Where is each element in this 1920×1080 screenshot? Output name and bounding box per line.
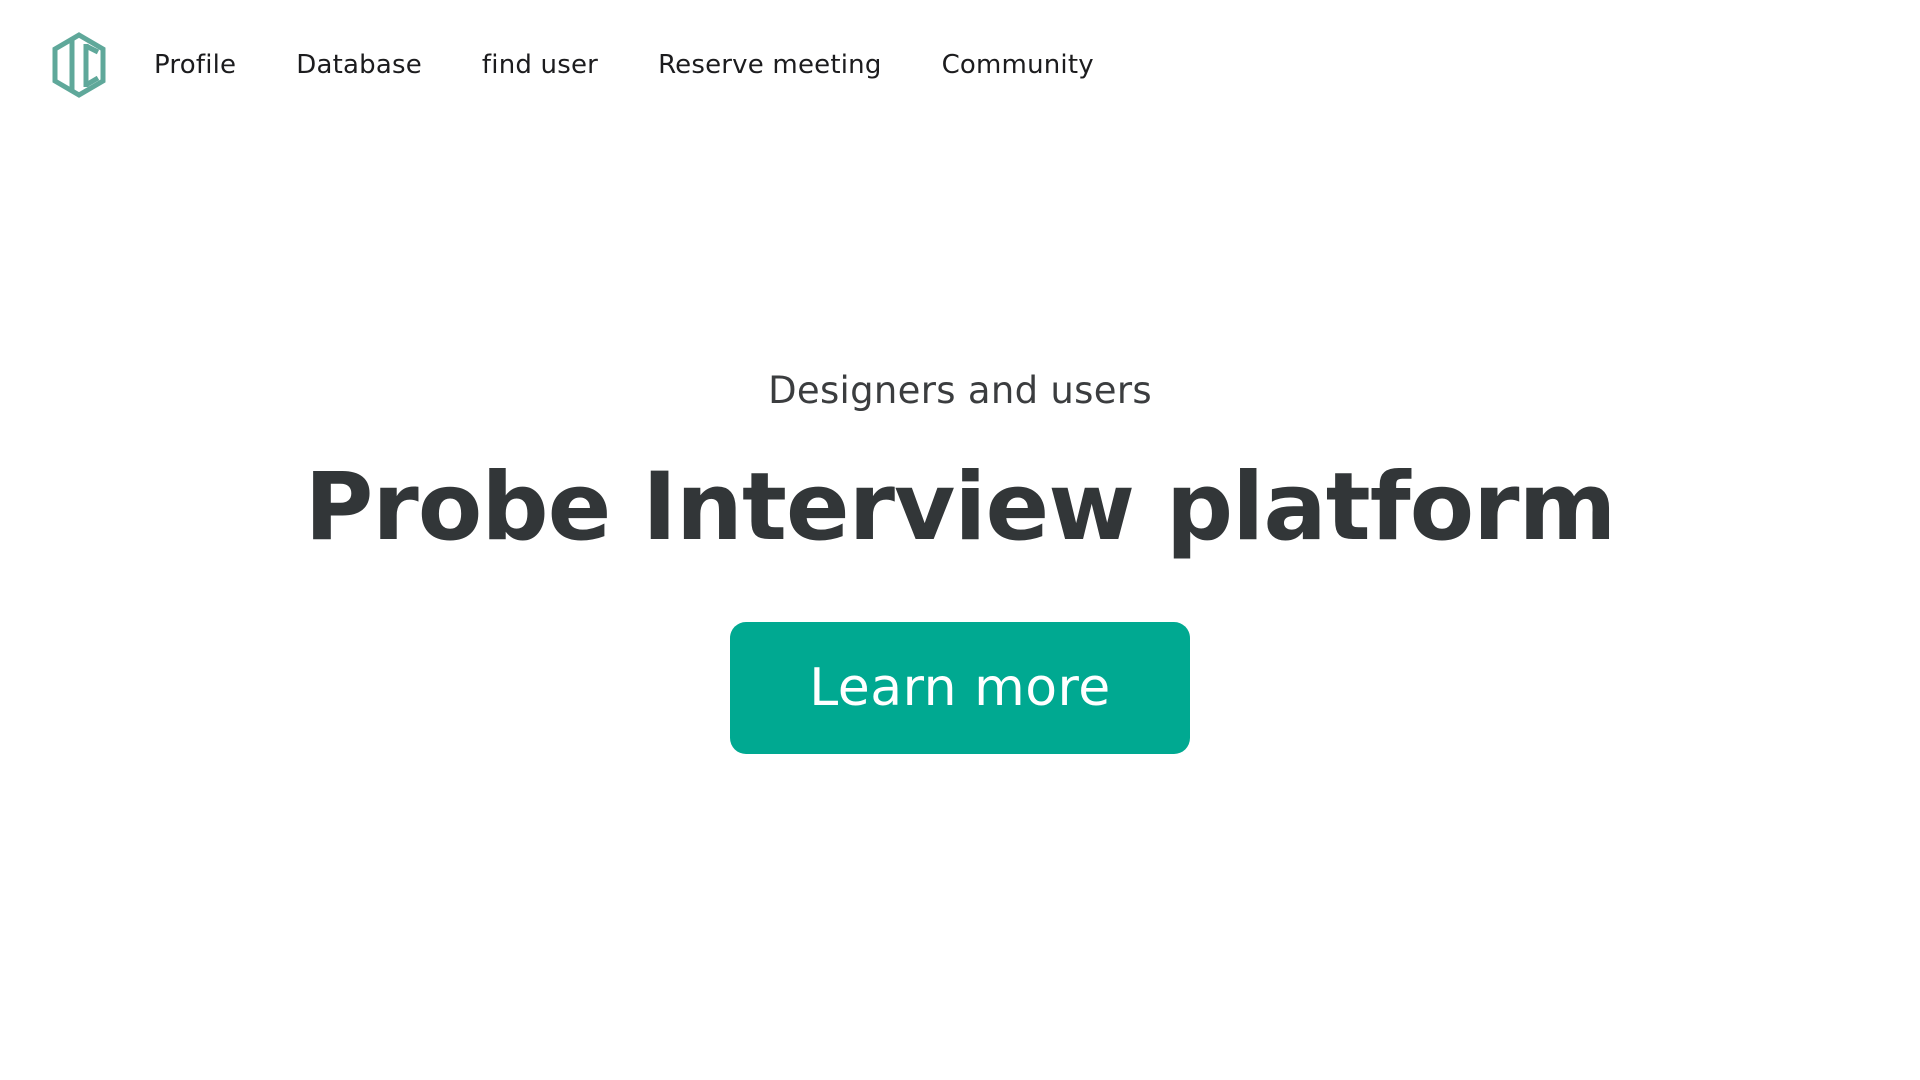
top-navigation: Profile Database find user Reserve meeti… [52,30,1154,100]
learn-more-button[interactable]: Learn more [730,622,1190,754]
hero-section: Designers and users Probe Interview plat… [0,372,1920,754]
nav-link-community[interactable]: Community [942,52,1094,78]
nav-link-profile[interactable]: Profile [154,52,236,78]
hero-title: Probe Interview platform [304,453,1616,562]
hero-cta-wrapper: Learn more [0,622,1920,754]
primary-nav: Profile Database find user Reserve meeti… [154,52,1154,78]
nav-link-find-user[interactable]: find user [482,52,598,78]
nav-link-reserve-meeting[interactable]: Reserve meeting [658,52,882,78]
landing-page: Profile Database find user Reserve meeti… [0,0,1920,1080]
hero-kicker: Designers and users [768,369,1152,412]
brand-logo-icon[interactable] [52,32,106,98]
nav-link-database[interactable]: Database [296,52,422,78]
